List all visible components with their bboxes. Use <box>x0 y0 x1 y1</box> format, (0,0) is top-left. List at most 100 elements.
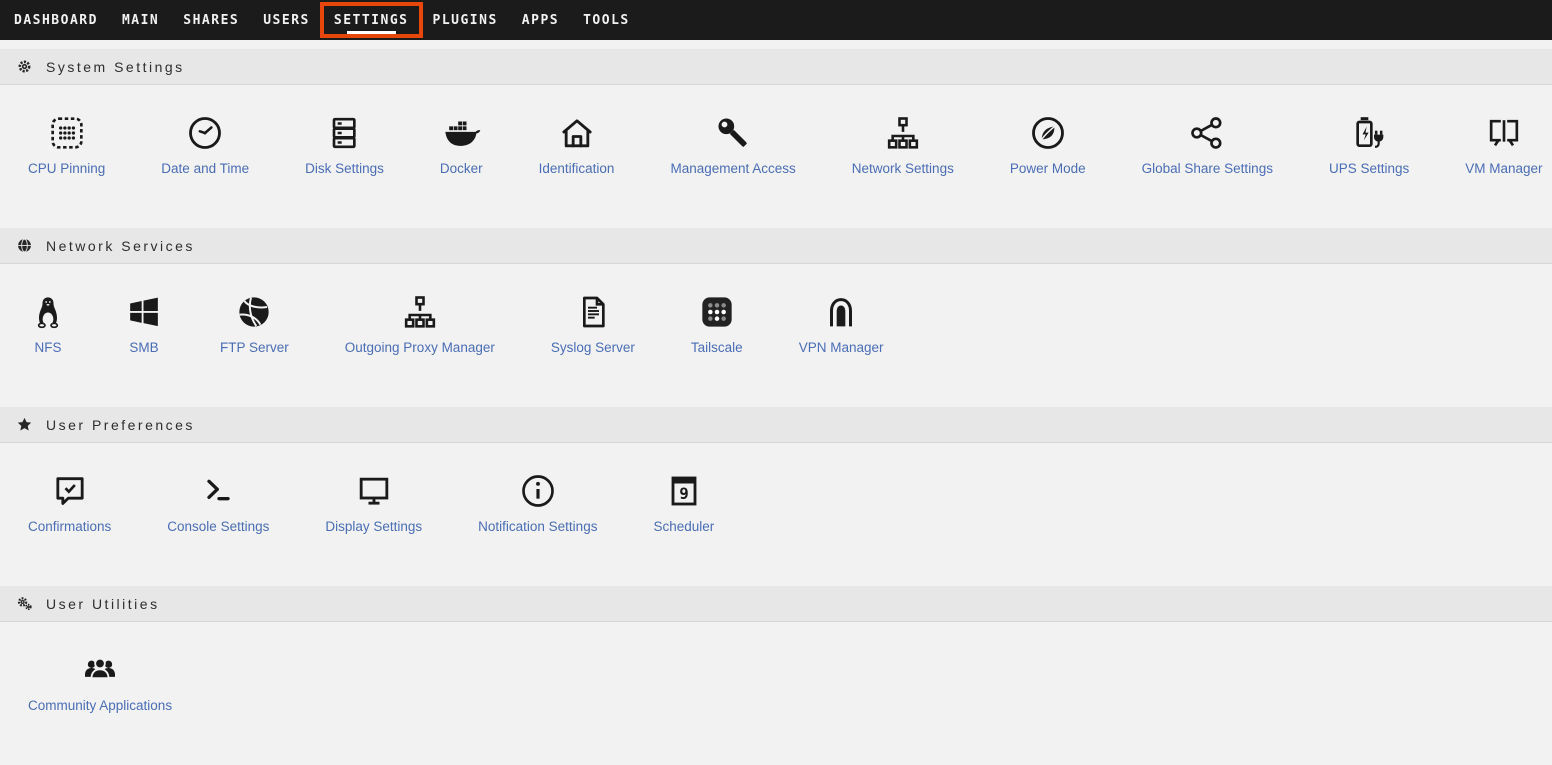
settings-page: System Settings CPU Pinning Date and Time D… <box>0 40 1552 765</box>
nav-item-dashboard[interactable]: DASHBOARD <box>14 0 98 40</box>
gears-icon <box>16 595 33 612</box>
gear-icon <box>16 58 33 75</box>
section-items: Confirmations Console Settings Display Set… <box>0 443 1552 586</box>
home-icon <box>557 113 597 153</box>
settings-item-label: Community Applications <box>28 698 172 713</box>
section-title: User Utilities <box>46 596 160 612</box>
section-header: User Preferences <box>0 407 1552 443</box>
settings-item-label: Power Mode <box>1010 161 1086 176</box>
nav-item-label: APPS <box>522 13 559 28</box>
nav-item-label: SHARES <box>183 13 239 28</box>
document-icon <box>573 292 613 332</box>
nav-item-tools[interactable]: TOOLS <box>583 0 630 40</box>
leaf-circle-icon <box>1028 113 1068 153</box>
settings-item-vm-manager[interactable]: VM Manager <box>1437 113 1552 176</box>
nav-item-label: PLUGINS <box>433 13 498 28</box>
check-bubble-icon <box>50 471 90 511</box>
globe-icon <box>16 237 33 254</box>
settings-item-tailscale[interactable]: Tailscale <box>663 292 771 355</box>
settings-item-nfs[interactable]: NFS <box>0 292 96 355</box>
settings-item-label: Date and Time <box>161 161 249 176</box>
windows-icon <box>124 292 164 332</box>
section-title: System Settings <box>46 59 185 75</box>
section-title: User Preferences <box>46 417 195 433</box>
settings-item-label: UPS Settings <box>1329 161 1409 176</box>
settings-item-label: Network Settings <box>852 161 954 176</box>
settings-item-vpn-manager[interactable]: VPN Manager <box>771 292 912 355</box>
settings-item-community-applications[interactable]: Community Applications <box>0 650 200 713</box>
disk-stack-icon <box>324 113 364 153</box>
settings-item-ftp-server[interactable]: FTP Server <box>192 292 317 355</box>
monitor-icon <box>354 471 394 511</box>
settings-item-confirmations[interactable]: Confirmations <box>0 471 139 534</box>
top-nav: DASHBOARD MAIN SHARES USERS SETTINGS PLUGINS A… <box>0 0 1552 40</box>
nav-item-settings[interactable]: SETTINGS <box>334 0 409 40</box>
settings-item-label: Display Settings <box>325 519 422 534</box>
section-items: CPU Pinning Date and Time Disk SettingsDoc… <box>0 85 1552 228</box>
settings-item-display-settings[interactable]: Display Settings <box>297 471 450 534</box>
settings-item-label: Identification <box>539 161 615 176</box>
cpu-pinning-icon <box>47 113 87 153</box>
nav-item-apps[interactable]: APPS <box>522 0 559 40</box>
settings-item-label: NFS <box>35 340 62 355</box>
section-system-settings: System Settings CPU Pinning Date and Time D… <box>0 49 1552 228</box>
settings-item-label: Tailscale <box>691 340 743 355</box>
nav-item-main[interactable]: MAIN <box>122 0 159 40</box>
sitemap-icon <box>883 113 923 153</box>
nav-item-label: USERS <box>263 13 310 28</box>
settings-item-outgoing-proxy-manager[interactable]: Outgoing Proxy Manager <box>317 292 523 355</box>
settings-item-global-share-settings[interactable]: Global Share Settings <box>1114 113 1301 176</box>
settings-item-label: Outgoing Proxy Manager <box>345 340 495 355</box>
tux-icon <box>28 292 68 332</box>
settings-item-power-mode[interactable]: Power Mode <box>982 113 1114 176</box>
section-user-utilities: User Utilities Community Applications <box>0 586 1552 765</box>
settings-item-disk-settings[interactable]: Disk Settings <box>277 113 412 176</box>
info-circle-icon <box>518 471 558 511</box>
settings-item-cpu-pinning[interactable]: CPU Pinning <box>0 113 133 176</box>
nav-item-label: SETTINGS <box>334 13 409 28</box>
settings-item-date-and-time[interactable]: Date and Time <box>133 113 277 176</box>
terminal-icon <box>198 471 238 511</box>
settings-item-label: Notification Settings <box>478 519 597 534</box>
battery-plug-icon <box>1349 113 1389 153</box>
docker-whale-icon <box>441 113 481 153</box>
settings-item-docker[interactable]: Docker <box>412 113 511 176</box>
nav-item-users[interactable]: USERS <box>263 0 310 40</box>
settings-item-label: Confirmations <box>28 519 111 534</box>
settings-item-smb[interactable]: SMB <box>96 292 192 355</box>
settings-item-label: SMB <box>129 340 158 355</box>
svg-text:9: 9 <box>679 484 689 503</box>
section-header: Network Services <box>0 228 1552 264</box>
settings-item-network-settings[interactable]: Network Settings <box>824 113 982 176</box>
settings-item-notification-settings[interactable]: Notification Settings <box>450 471 625 534</box>
settings-item-label: Console Settings <box>167 519 269 534</box>
nav-item-label: DASHBOARD <box>14 13 98 28</box>
nav-item-label: MAIN <box>122 13 159 28</box>
section-header: System Settings <box>0 49 1552 85</box>
settings-item-syslog-server[interactable]: Syslog Server <box>523 292 663 355</box>
settings-item-label: Scheduler <box>653 519 714 534</box>
share-nodes-icon <box>1187 113 1227 153</box>
settings-item-console-settings[interactable]: Console Settings <box>139 471 297 534</box>
settings-item-management-access[interactable]: Management Access <box>642 113 823 176</box>
settings-item-label: Syslog Server <box>551 340 635 355</box>
star-icon <box>16 416 33 433</box>
calendar-icon: 9 <box>664 471 704 511</box>
section-items: Community Applications <box>0 622 1552 765</box>
section-user-preferences: User Preferences Confirmations Console Set… <box>0 407 1552 586</box>
vm-panels-icon <box>1484 113 1524 153</box>
settings-item-label: VPN Manager <box>799 340 884 355</box>
section-network-services: Network Services NFS SMB FTP Server Outgoing… <box>0 228 1552 407</box>
clock-icon <box>185 113 225 153</box>
nav-item-shares[interactable]: SHARES <box>183 0 239 40</box>
settings-item-label: Management Access <box>670 161 795 176</box>
settings-item-ups-settings[interactable]: UPS Settings <box>1301 113 1437 176</box>
nav-item-plugins[interactable]: PLUGINS <box>433 0 498 40</box>
sitemap-icon <box>400 292 440 332</box>
settings-item-scheduler[interactable]: 9 Scheduler <box>625 471 742 534</box>
settings-item-identification[interactable]: Identification <box>511 113 643 176</box>
section-header: User Utilities <box>0 586 1552 622</box>
tailscale-icon <box>697 292 737 332</box>
vpn-arch-icon <box>821 292 861 332</box>
users-group-icon <box>80 650 120 690</box>
